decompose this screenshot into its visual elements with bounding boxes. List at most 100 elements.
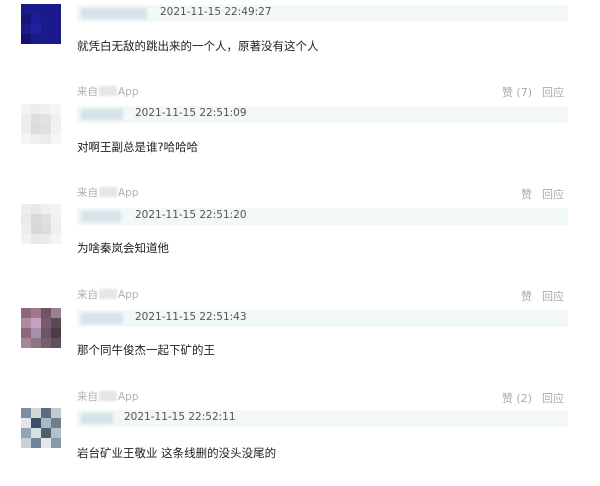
avatar-pixel [41,224,51,234]
comment-meta-bar: 2021-11-15 22:51:43 [77,310,568,327]
like-button[interactable]: 赞 (7) [502,86,532,99]
comment-timestamp: 2021-11-15 22:51:09 [135,107,247,119]
avatar-pixel [51,428,61,438]
avatar-pixel [21,308,31,318]
avatar-pixel [21,214,31,224]
avatar-pixel [21,114,31,124]
source-suffix: App [118,86,139,98]
avatar-pixel [41,418,51,428]
reply-button[interactable]: 回应 [542,86,564,99]
like-button[interactable]: 赞 (2) [502,392,532,405]
avatar-pixel [21,104,31,114]
avatar-pixel [31,104,41,114]
comment-source: 来自 App [77,84,139,99]
avatar-pixel [21,24,31,34]
source-suffix: App [118,391,139,403]
comment-actions: 赞 (7) 回应 [492,84,564,100]
avatar-pixel [41,4,51,14]
avatar-pixel [51,418,61,428]
avatar-pixel [21,318,31,328]
avatar-pixel [41,204,51,214]
avatar[interactable] [21,4,61,44]
comment-source: 来自 App [77,287,139,302]
avatar[interactable] [21,408,61,448]
avatar-pixel [31,114,41,124]
avatar-pixel [31,14,41,24]
avatar-pixel [51,328,61,338]
like-button[interactable]: 赞 [521,188,532,201]
avatar[interactable] [21,204,61,244]
avatar-pixel [31,234,41,244]
avatar-pixel [21,134,31,144]
source-prefix: 来自 [77,391,98,403]
source-prefix: 来自 [77,86,98,98]
avatar-pixel [31,124,41,134]
avatar-pixel [41,124,51,134]
avatar-pixel [51,224,61,234]
username-blurred[interactable] [81,211,121,222]
avatar-pixel [21,418,31,428]
avatar-pixel [51,318,61,328]
comment-timestamp: 2021-11-15 22:51:43 [135,311,247,323]
username-blurred[interactable] [81,413,113,424]
comment-timestamp: 2021-11-15 22:52:11 [124,411,236,423]
username-blurred[interactable] [81,109,123,120]
avatar-pixel [51,134,61,144]
comment-meta-bar: 2021-11-15 22:51:09 [77,106,568,123]
avatar-pixel [41,328,51,338]
avatar[interactable] [21,308,61,348]
comment-text: 对啊王副总是谁?哈哈哈 [77,140,199,154]
avatar-pixel [21,408,31,418]
avatar-pixel [51,104,61,114]
username-blurred[interactable] [81,313,123,324]
like-button[interactable]: 赞 [521,290,532,303]
source-prefix: 来自 [77,187,98,199]
avatar-pixel [51,408,61,418]
avatar-pixel [41,428,51,438]
comment-text: 就凭白无敌的跳出来的一个人，原著没有这个人 [77,39,319,53]
avatar-pixel [21,328,31,338]
avatar-pixel [41,134,51,144]
comment-timestamp: 2021-11-15 22:49:27 [160,6,272,18]
avatar-pixel [31,428,41,438]
avatar[interactable] [21,104,61,144]
source-app-blurred [99,391,117,401]
avatar-pixel [31,34,41,44]
avatar-pixel [41,24,51,34]
avatar-pixel [31,328,41,338]
comment-timestamp: 2021-11-15 22:51:20 [135,209,247,221]
avatar-pixel [41,408,51,418]
avatar-pixel [51,214,61,224]
comment-text: 为啥秦岚会知道他 [77,241,169,255]
comment-source: 来自 App [77,185,139,200]
avatar-pixel [41,308,51,318]
avatar-pixel [21,438,31,448]
source-app-blurred [99,289,117,299]
comment-text: 岩台矿业王敬业 这条线删的没头没尾的 [77,446,277,460]
avatar-pixel [31,418,41,428]
comment-source: 来自 App [77,389,139,404]
avatar-pixel [41,214,51,224]
avatar-pixel [21,204,31,214]
avatar-pixel [21,338,31,348]
avatar-pixel [51,204,61,214]
avatar-pixel [41,438,51,448]
reply-button[interactable]: 回应 [542,188,564,201]
username-blurred[interactable] [81,8,147,19]
avatar-pixel [31,338,41,348]
avatar-pixel [31,214,41,224]
comment-text: 那个同牛俊杰一起下矿的王 [77,343,215,357]
avatar-pixel [51,14,61,24]
avatar-pixel [41,318,51,328]
avatar-pixel [41,338,51,348]
comment-actions: 赞 (2) 回应 [492,390,564,406]
avatar-pixel [51,438,61,448]
avatar-pixel [31,308,41,318]
avatar-pixel [31,224,41,234]
avatar-pixel [41,114,51,124]
reply-button[interactable]: 回应 [542,392,564,405]
source-app-blurred [99,86,117,96]
comment-meta-bar: 2021-11-15 22:49:27 [77,5,568,22]
reply-button[interactable]: 回应 [542,290,564,303]
comment-meta-bar: 2021-11-15 22:51:20 [77,208,568,225]
